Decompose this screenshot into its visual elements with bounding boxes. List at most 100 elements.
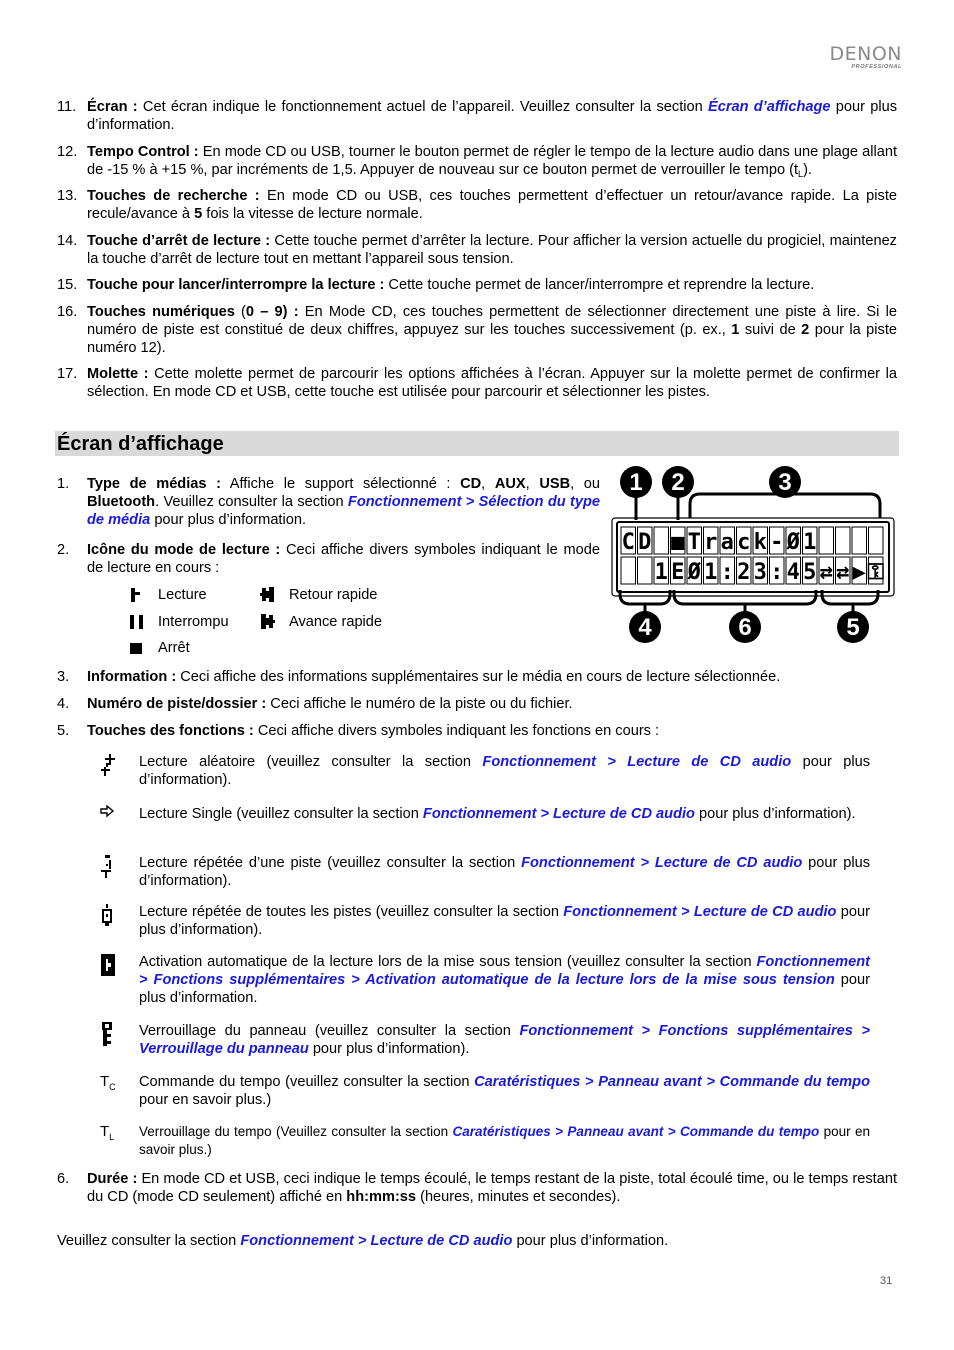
section-title: Écran d’affichage [57, 433, 224, 455]
shuffle-icon [101, 754, 115, 776]
section-link[interactable]: Caratéristiques > Panneau avant > Comman… [453, 1124, 820, 1139]
item-term: Numéro de piste/dossier : [87, 696, 267, 712]
item-text: Cette touche permet de lancer/interrompr… [384, 277, 815, 293]
item-term: Écran : [87, 99, 138, 115]
callout-number-2: 2 [671, 469, 684, 496]
item-term: Molette : [87, 366, 149, 382]
lcd-svg: C D ■ Tr a c k - Ø 11 E Ø 1:2 3:4 5 ⇄ ⇄ ▶ ⚿ 1 2 34 6 5 [611, 466, 895, 643]
fast-forward-icon [261, 614, 275, 629]
list-item: 4. Numéro de piste/dossier : Ceci affich… [57, 695, 897, 713]
section-link[interactable]: Caratéristiques > Panneau avant > Comman… [474, 1074, 870, 1090]
list-item: 3. Information : Ceci affiche des inform… [57, 668, 897, 686]
mode-label: Lecture [158, 587, 207, 603]
item-text: Cet écran indique le fonctionnement actu… [137, 99, 708, 115]
item-text: En mode CD ou USB, tourner le bouton per… [87, 144, 897, 178]
text: pour plus d’information). [694, 806, 856, 822]
lcd-cell [851, 526, 867, 555]
list-item: 15. Touche pour lancer/interrompre la le… [57, 276, 897, 294]
tempo-control-icon: TC [100, 1073, 122, 1099]
footer-note: Veuillez consulter la section Fonctionne… [57, 1232, 668, 1250]
lcd-char: T [688, 530, 701, 555]
pause-icon [130, 615, 143, 629]
item-text: Cette molette permet de parcourir les op… [87, 366, 897, 400]
mode-label: Interrompu [158, 614, 229, 630]
lcd-char: 2 [737, 560, 750, 585]
item-text: Ceci affiche divers symboles indiquant l… [253, 723, 660, 739]
text: Lecture répétée de toutes les pistes (ve… [139, 904, 564, 920]
lcd-char: ⚿ [867, 560, 884, 585]
lcd-char: Ø [786, 530, 801, 555]
item-term: Touche d’arrêt de lecture : [87, 233, 271, 249]
lcd-char: r [704, 530, 717, 555]
panel-lock-icon [102, 1022, 112, 1046]
callout-number-3: 3 [778, 469, 791, 496]
media-aux: AUX [494, 476, 526, 492]
item-text: ) : [282, 304, 299, 320]
function-text: Activation automatique de la lecture lor… [139, 953, 870, 1007]
item-term: Touches des fonctions : [87, 723, 254, 739]
text: Verrouillage du panneau (veuillez consul… [139, 1023, 520, 1039]
lcd-char: 1 [655, 560, 668, 585]
item-text: . Veuillez consulter la section [155, 494, 348, 510]
section-link[interactable]: Fonctionnement > Lecture de CD audio [521, 855, 802, 871]
item-number: 1. [57, 476, 70, 492]
bold-value: 5 [194, 206, 203, 222]
item-term: Information : [87, 669, 177, 685]
item-text: Affiche le support sélectionné : [220, 476, 461, 492]
item-number: 6. [57, 1171, 70, 1187]
function-text: Commande du tempo (veuillez consulter la… [139, 1073, 870, 1109]
item-term: Touches numériques [87, 304, 235, 320]
item-term: Type de médias : [87, 476, 221, 492]
media-usb: USB [539, 476, 571, 492]
symbol-sub: L [109, 1132, 115, 1142]
function-text: Verrouillage du tempo (Veuillez consulte… [139, 1123, 870, 1159]
list-item: 11. Écran : Cet écran indique le fonctio… [57, 98, 897, 134]
item-text: pour plus d’information. [150, 512, 307, 528]
section-link[interactable]: Fonctionnement > Lecture de CD audio [423, 806, 695, 822]
list-item: 12. Tempo Control : En mode CD ou USB, t… [57, 143, 897, 183]
item-term: Tempo Control : [87, 144, 199, 160]
lcd-char: : [770, 560, 783, 585]
callout-number-5: 5 [846, 614, 859, 641]
list-item: 5. Touches des fonctions : Ceci affiche … [57, 722, 897, 740]
lcd-char: E [671, 560, 684, 585]
lcd-cell [637, 556, 653, 585]
lcd-char: c [737, 530, 750, 555]
lcd-display-diagram: C D ■ Tr a c k - Ø 1 1 E Ø 1:2 3:4 5 ⇄ ⇄ ▶ ⚿ 123465 [608, 462, 898, 647]
text: Lecture Single (veuillez consulter la se… [139, 806, 423, 822]
auto-play-icon [101, 954, 115, 976]
lcd-cell [868, 526, 884, 555]
text: pour en savoir plus.) [139, 1092, 272, 1108]
lcd-char: C [622, 530, 635, 555]
lcd-char: 4 [787, 560, 800, 585]
item-number: 13. [57, 188, 78, 204]
text: Commande du tempo (veuillez consulter la… [139, 1074, 475, 1090]
lcd-char: a [721, 530, 734, 555]
lcd-char: D [638, 530, 651, 555]
section-link[interactable]: Écran d’affichage [708, 99, 831, 115]
denon-professional-logo: DENON PROFESSIONAL [826, 44, 902, 71]
section-link[interactable]: Fonctionnement > Lecture de CD audio [482, 754, 791, 770]
section-link[interactable]: Fonctionnement > Lecture de CD audio [240, 1233, 512, 1249]
brand-name: DENON [829, 43, 902, 65]
item-number: 3. [57, 669, 70, 685]
list-item: 6. Durée : En mode CD et USB, ceci indiq… [57, 1170, 897, 1206]
text: Lecture répétée d’une piste (veuillez co… [139, 855, 522, 871]
item-number: 16. [57, 304, 78, 320]
item-term: Touche pour lancer/interrompre la lectur… [87, 277, 385, 293]
callout-number-6: 6 [738, 614, 751, 641]
item-term: Icône du mode de lecture : [87, 542, 281, 558]
brand-subtitle: PROFESSIONAL [851, 64, 902, 70]
lcd-char: 1 [803, 530, 816, 555]
item-text: (heures, minutes et secondes). [416, 1189, 621, 1205]
list-item: 17. Molette : Cette molette permet de pa… [57, 365, 897, 401]
list-item: 2. Icône du mode de lecture : Ceci affic… [57, 541, 600, 577]
function-text: Lecture aléatoire (veuillez consulter la… [139, 753, 870, 789]
function-text: Lecture Single (veuillez consulter la se… [139, 805, 870, 823]
section-link[interactable]: Fonctionnement > Lecture de CD audio [563, 904, 836, 920]
function-text: Verrouillage du panneau (veuillez consul… [139, 1022, 870, 1058]
item-text: Ceci affiche le numéro de la piste ou du… [266, 696, 573, 712]
lcd-char: k [754, 530, 767, 555]
list-item: 13. Touches de recherche : En mode CD ou… [57, 187, 897, 223]
text: Lecture aléatoire (veuillez consulter la… [139, 754, 483, 770]
